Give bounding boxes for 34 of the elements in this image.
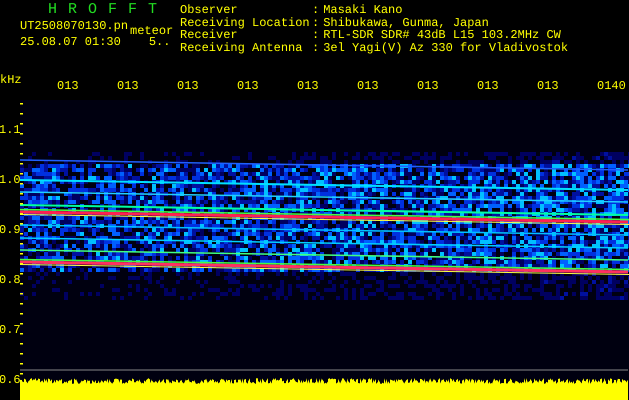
- field-value: Masaki Kano: [323, 4, 402, 16]
- time-label: 0140: [597, 79, 626, 93]
- frequency-label: 0.6: [0, 373, 21, 387]
- time-label: 013: [237, 79, 259, 93]
- time-label: 013: [417, 79, 439, 93]
- field-label: Receiving Location: [180, 16, 311, 29]
- event-type: meteor: [130, 24, 174, 37]
- frequency-label: 0.9: [0, 223, 21, 237]
- field-label: Receiving Antenna: [180, 42, 304, 54]
- time-label: 013: [57, 79, 79, 93]
- frequency-label: 1.0: [0, 173, 21, 187]
- field-value: RTL-SDR SDR# 43dB L15 103.2MHz CW: [323, 29, 561, 42]
- event-count: 5..: [148, 36, 170, 48]
- time-label: 013: [177, 79, 199, 93]
- colon: :: [312, 16, 320, 29]
- file-name: UT2508070130.pn: [20, 20, 128, 32]
- app-title: H R O F F T: [47, 4, 160, 16]
- colon: :: [312, 4, 320, 16]
- time-label: 013: [477, 79, 499, 93]
- field-value: Shibukawa, Gunma, Japan: [323, 16, 489, 29]
- field-label: Receiver: [180, 29, 238, 42]
- colon: :: [312, 42, 320, 54]
- field-value: 3el Yagi(V) Az 330 for Vladivostok: [323, 42, 568, 54]
- frequency-label: 1.1: [0, 123, 21, 137]
- frequency-unit: kHz: [0, 74, 22, 86]
- frequency-label: 0.7: [0, 323, 21, 337]
- field-label: Observer: [180, 4, 239, 16]
- time-label: 013: [537, 79, 559, 93]
- colon: :: [312, 29, 320, 42]
- time-label: 013: [357, 79, 379, 93]
- time-label: 013: [117, 79, 139, 93]
- time-label: 013: [297, 79, 319, 93]
- date-time: 25.08.07 01:30: [20, 36, 121, 48]
- frequency-label: 0.8: [0, 273, 21, 287]
